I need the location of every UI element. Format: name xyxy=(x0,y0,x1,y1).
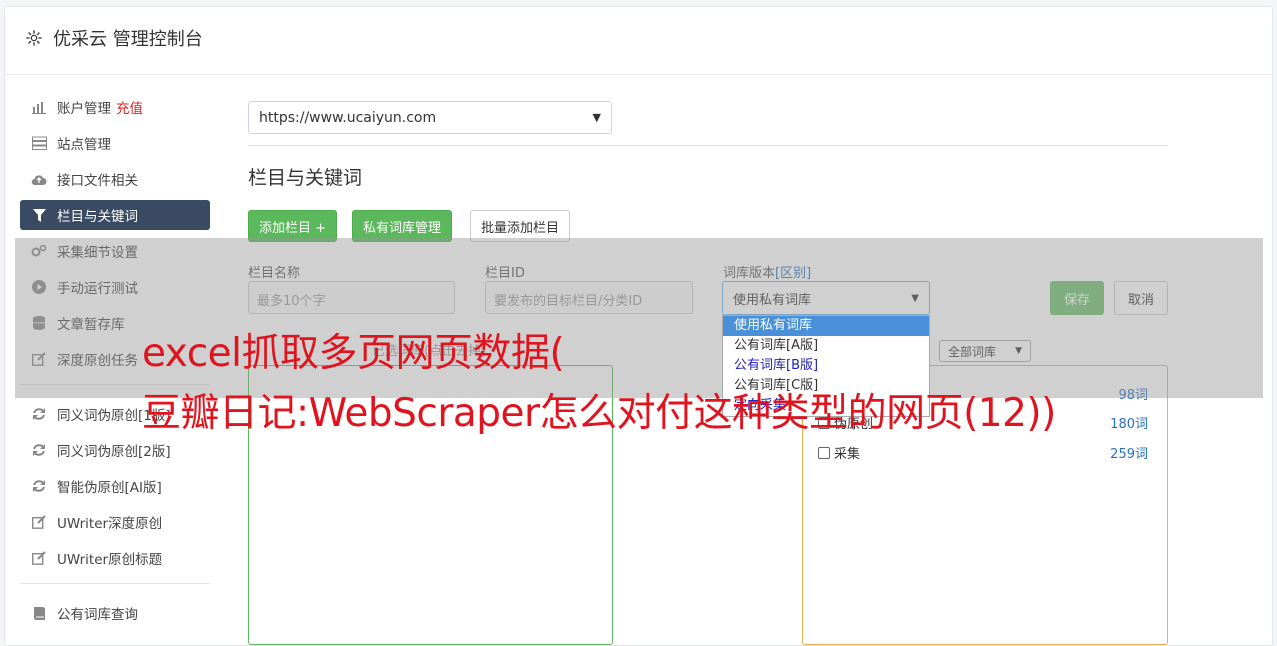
sidebar-item-uwriter-deep[interactable]: UWriter深度原创 xyxy=(20,507,210,537)
sidebar-item-account[interactable]: 账户管理 充值 xyxy=(20,92,210,122)
refresh-icon xyxy=(31,478,47,494)
app-title: 优采云 管理控制台 xyxy=(53,29,203,50)
sidebar-item-label: 栏目与关键词 xyxy=(57,209,138,225)
sidebar-item-synonym-v2[interactable]: 同义词伪原创[2版] xyxy=(20,435,210,465)
book-icon xyxy=(31,605,47,621)
refresh-icon xyxy=(31,442,47,458)
edit-icon xyxy=(31,514,47,530)
checkbox[interactable] xyxy=(818,446,830,459)
dropdown-option[interactable]: 公有词库[A版] xyxy=(723,336,929,356)
site-select-value: https://www.ucaiyun.com xyxy=(259,109,437,126)
sidebar-item-ai-original[interactable]: 智能伪原创[AI版] xyxy=(20,471,210,501)
header-bar: 优采云 管理控制台 xyxy=(5,7,1272,75)
watermark-line-2: 豆瓣日记:WebScraper怎么对付这种类型的网页(12)) xyxy=(142,391,1056,436)
lib-row-count: 259词 xyxy=(1110,447,1148,462)
dropdown-option[interactable]: 使用私有词库 xyxy=(723,316,929,336)
cloud-upload-icon xyxy=(31,171,47,187)
sidebar-item-label: 公有词库查询 xyxy=(57,607,138,623)
dropdown-option[interactable]: 公有词库[B版] xyxy=(723,356,929,376)
sidebar-item-label: 账户管理 xyxy=(57,101,111,117)
site-select[interactable]: https://www.ucaiyun.com ▼ xyxy=(248,101,612,134)
divider xyxy=(248,145,1168,146)
sidebar-item-label: UWriter原创标题 xyxy=(57,552,163,568)
lib-row[interactable]: 采集 xyxy=(818,443,860,462)
gear-icon xyxy=(26,30,42,46)
watermark-line-1: excel抓取多页网页数据( xyxy=(142,331,565,376)
sidebar-item-label: 智能伪原创[AI版] xyxy=(57,480,162,496)
lib-row-count: 180词 xyxy=(1110,417,1148,432)
sidebar-item-public-lib[interactable]: 公有词库查询 xyxy=(20,598,210,628)
sidebar-item-columns[interactable]: 栏目与关键词 xyxy=(20,200,210,230)
lib-row-label: 采集 xyxy=(834,447,861,462)
sidebar-item-uwriter-title[interactable]: UWriter原创标题 xyxy=(20,543,210,573)
sidebar-item-label: 站点管理 xyxy=(57,137,111,153)
recharge-link[interactable]: 充值 xyxy=(116,97,143,117)
edit-icon xyxy=(31,550,47,566)
bar-chart-icon xyxy=(31,99,47,115)
filter-icon xyxy=(31,207,47,223)
chevron-down-icon: ▼ xyxy=(592,111,601,124)
sidebar-item-label: 接口文件相关 xyxy=(57,173,138,189)
sidebar-item-interface[interactable]: 接口文件相关 xyxy=(20,164,210,194)
sidebar-item-label: UWriter深度原创 xyxy=(57,516,163,532)
server-icon xyxy=(31,135,47,151)
refresh-icon xyxy=(31,406,47,422)
sidebar-item-sites[interactable]: 站点管理 xyxy=(20,128,210,158)
sidebar-item-label: 同义词伪原创[2版] xyxy=(57,444,171,460)
nav-divider xyxy=(20,583,210,584)
section-title: 栏目与关键词 xyxy=(248,167,363,189)
brand: 优采云 管理控制台 xyxy=(25,25,203,51)
